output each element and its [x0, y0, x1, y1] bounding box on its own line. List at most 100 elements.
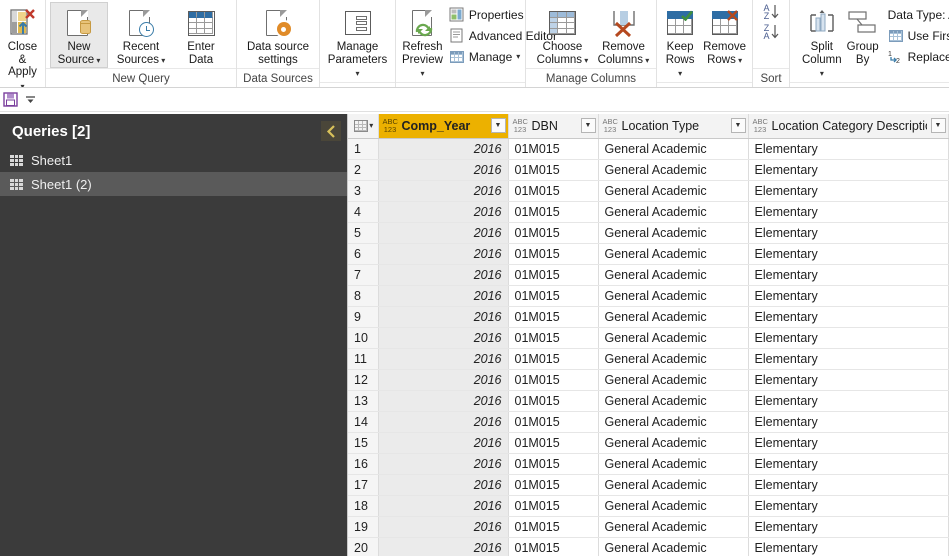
table-cell[interactable]: 01M015 — [508, 222, 599, 244]
chevron-down-icon[interactable]: ▾ — [94, 56, 100, 65]
table-cell[interactable]: 01M015 — [508, 138, 599, 160]
table-cell[interactable]: 01M015 — [508, 327, 599, 349]
table-cell[interactable]: General Academic — [598, 537, 749, 556]
table-cell[interactable]: 2016 — [378, 516, 509, 538]
table-cell[interactable]: Elementary — [748, 474, 949, 496]
table-row[interactable]: 13 2016 01M015 General Academic Elementary — [348, 390, 949, 412]
table-cell[interactable]: 2016 — [378, 159, 509, 181]
table-cell[interactable]: Elementary — [748, 432, 949, 454]
table-cell[interactable]: General Academic — [598, 138, 749, 160]
table-cell[interactable]: 01M015 — [508, 348, 599, 370]
chevron-down-icon[interactable]: ▾ — [678, 69, 682, 78]
table-cell[interactable]: General Academic — [598, 495, 749, 517]
table-row[interactable]: 4 2016 01M015 General Academic Elementary — [348, 201, 949, 223]
table-row[interactable]: 10 2016 01M015 General Academic Elementary — [348, 327, 949, 349]
table-row[interactable]: 8 2016 01M015 General Academic Elementary — [348, 285, 949, 307]
remove-rows-button[interactable]: Remove Rows ▾ — [701, 2, 748, 68]
filter-dropdown-icon[interactable]: ▼ — [490, 118, 506, 134]
sort-ascending-button[interactable]: AZ — [763, 4, 778, 21]
table-cell[interactable]: General Academic — [598, 453, 749, 475]
table-cell[interactable]: 01M015 — [508, 474, 599, 496]
filter-dropdown-icon[interactable]: ▼ — [930, 118, 946, 134]
table-row[interactable]: 3 2016 01M015 General Academic Elementary — [348, 180, 949, 202]
table-cell[interactable]: General Academic — [598, 369, 749, 391]
table-row[interactable]: 5 2016 01M015 General Academic Elementary — [348, 222, 949, 244]
split-column-button[interactable]: Split Column ▾ — [800, 2, 844, 82]
table-cell[interactable]: 2016 — [378, 495, 509, 517]
sort-descending-button[interactable]: ZA — [763, 24, 778, 41]
close-and-apply-button[interactable]: Close & Apply ▾ — [4, 2, 41, 87]
table-cell[interactable]: Elementary — [748, 495, 949, 517]
choose-columns-button[interactable]: Choose Columns ▾ — [534, 2, 591, 68]
table-cell[interactable]: Elementary — [748, 285, 949, 307]
table-cell[interactable]: General Academic — [598, 432, 749, 454]
table-row[interactable]: 11 2016 01M015 General Academic Elementary — [348, 348, 949, 370]
table-cell[interactable]: Elementary — [748, 243, 949, 265]
table-cell[interactable]: Elementary — [748, 369, 949, 391]
select-all-table-icon[interactable]: ▾ — [348, 114, 379, 139]
table-cell[interactable]: Elementary — [748, 411, 949, 433]
table-row[interactable]: 2 2016 01M015 General Academic Elementary — [348, 159, 949, 181]
table-cell[interactable]: 2016 — [378, 369, 509, 391]
data-source-settings-button[interactable]: Data source settings — [241, 2, 315, 67]
query-item-sheet1[interactable]: Sheet1 — [0, 148, 347, 172]
table-cell[interactable]: 2016 — [378, 180, 509, 202]
table-cell[interactable]: Elementary — [748, 201, 949, 223]
table-cell[interactable]: 2016 — [378, 474, 509, 496]
table-cell[interactable]: 2016 — [378, 432, 509, 454]
table-cell[interactable]: 01M015 — [508, 243, 599, 265]
chevron-down-icon[interactable]: ▾ — [736, 56, 742, 65]
table-cell[interactable]: 01M015 — [508, 201, 599, 223]
table-cell[interactable]: 01M015 — [508, 537, 599, 556]
group-by-button[interactable]: Group By — [844, 2, 882, 67]
table-cell[interactable]: General Academic — [598, 264, 749, 286]
table-cell[interactable]: General Academic — [598, 201, 749, 223]
column-header-dbn[interactable]: ABC 123 DBN ▼ — [508, 114, 599, 139]
table-cell[interactable]: 2016 — [378, 285, 509, 307]
save-icon[interactable] — [3, 92, 18, 107]
table-row[interactable]: 9 2016 01M015 General Academic Elementary — [348, 306, 949, 328]
table-cell[interactable]: Elementary — [748, 348, 949, 370]
chevron-down-icon[interactable]: ▾ — [159, 56, 165, 65]
table-cell[interactable]: 2016 — [378, 138, 509, 160]
table-row[interactable]: 6 2016 01M015 General Academic Elementary — [348, 243, 949, 265]
table-cell[interactable]: 01M015 — [508, 306, 599, 328]
table-cell[interactable]: General Academic — [598, 159, 749, 181]
table-cell[interactable]: Elementary — [748, 327, 949, 349]
table-cell[interactable]: General Academic — [598, 243, 749, 265]
customize-quick-access-toolbar-icon[interactable] — [24, 93, 37, 106]
table-cell[interactable]: 2016 — [378, 264, 509, 286]
table-cell[interactable]: 01M015 — [508, 390, 599, 412]
table-cell[interactable]: 01M015 — [508, 411, 599, 433]
table-cell[interactable]: General Academic — [598, 348, 749, 370]
table-cell[interactable]: 01M015 — [508, 453, 599, 475]
table-cell[interactable]: General Academic — [598, 474, 749, 496]
table-cell[interactable]: 01M015 — [508, 285, 599, 307]
table-row[interactable]: 14 2016 01M015 General Academic Elementary — [348, 411, 949, 433]
table-cell[interactable]: 2016 — [378, 243, 509, 265]
table-cell[interactable]: 2016 — [378, 306, 509, 328]
table-row[interactable]: 18 2016 01M015 General Academic Elementary — [348, 495, 949, 517]
table-cell[interactable]: 01M015 — [508, 432, 599, 454]
table-cell[interactable]: Elementary — [748, 516, 949, 538]
table-cell[interactable]: Elementary — [748, 390, 949, 412]
table-row[interactable]: 17 2016 01M015 General Academic Elementary — [348, 474, 949, 496]
chevron-down-icon[interactable]: ▾ — [582, 56, 588, 65]
table-cell[interactable]: 01M015 — [508, 495, 599, 517]
table-row[interactable]: 19 2016 01M015 General Academic Elementary — [348, 516, 949, 538]
table-cell[interactable]: Elementary — [748, 138, 949, 160]
query-item-sheet1-2[interactable]: Sheet1 (2) — [0, 172, 347, 196]
table-cell[interactable]: 2016 — [378, 411, 509, 433]
replace-values-button[interactable]: 1 2 Replace — [884, 46, 949, 67]
refresh-preview-button[interactable]: Refresh Preview ▾ — [400, 2, 445, 82]
table-cell[interactable]: General Academic — [598, 411, 749, 433]
chevron-down-icon[interactable]: ▾ — [355, 69, 359, 78]
column-header-comp-year[interactable]: ABC 123 Comp_Year ▼ — [378, 114, 509, 139]
table-row[interactable]: 7 2016 01M015 General Academic Elementary — [348, 264, 949, 286]
new-source-button[interactable]: New Source ▾ — [50, 2, 108, 68]
table-cell[interactable]: Elementary — [748, 306, 949, 328]
table-cell[interactable]: 01M015 — [508, 264, 599, 286]
table-cell[interactable]: 2016 — [378, 327, 509, 349]
table-row[interactable]: 15 2016 01M015 General Academic Elementary — [348, 432, 949, 454]
manage-parameters-button[interactable]: Manage Parameters ▾ — [324, 2, 391, 82]
